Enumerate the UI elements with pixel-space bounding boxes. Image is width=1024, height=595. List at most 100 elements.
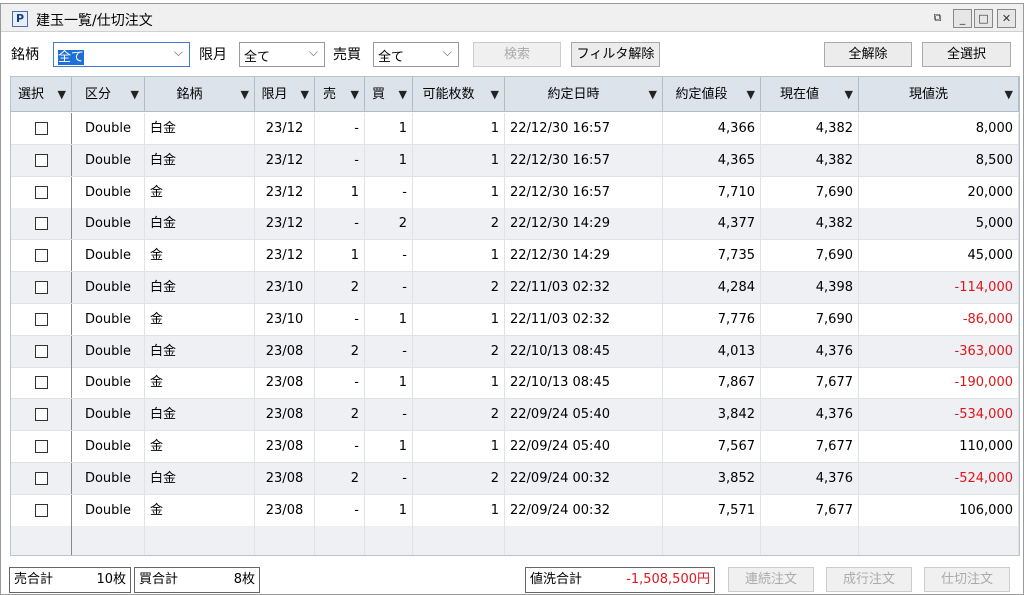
cell-kubun: Double [84,439,132,454]
cell-trade-price: 7,710 [717,184,755,200]
column-header-current-price[interactable]: 現在値 ▼ [761,77,859,112]
cell: 金 [145,303,255,335]
select-checkbox[interactable] [34,153,48,167]
column-header-valuation[interactable]: 現値洗 ▼ [859,77,1019,112]
column-header-trade-price[interactable]: 約定値段 ▼ [663,77,761,112]
cell: 1 [413,431,505,462]
table-row[interactable]: Double 白金 23/12 - 1 1 22/12/30 16:57 4,365 4,382… [11,144,1019,177]
select-checkbox[interactable] [34,440,48,453]
column-header-available[interactable]: 可能枚数 ▼ [413,77,505,112]
clear-filter-button[interactable]: フィルタ解除 [571,42,660,67]
select-checkbox[interactable] [34,471,48,485]
minimize-button[interactable]: _ [953,9,972,28]
select-checkbox[interactable] [34,376,48,390]
filter-icon[interactable]: ▼ [491,77,499,112]
cell-gengetsu: 23/12 [265,184,304,200]
meigara-label: 銘柄 [11,47,39,63]
filter-icon[interactable]: ▼ [1005,77,1013,112]
table-row[interactable]: Double 金 23/12 1 - 1 22/12/30 16:57 7,710 7,690 2… [11,176,1019,209]
select-all-button[interactable]: 全選択 [922,42,1011,67]
table-row[interactable]: Double 白金 23/08 2 - 2 22/09/24 00:32 3,852 4,376… [11,462,1019,495]
cell-current-price: 7,690 [815,311,853,327]
select-checkbox[interactable] [34,281,48,294]
filter-icon[interactable]: ▼ [351,77,359,112]
cell-available: 2 [490,407,499,423]
positions-table: 選択 ▼ 区分 ▼ 銘柄 ▼ 限月 ▼ 売 ▼ 買 ▼ 可能枚数 ▼ 約定日時 ▼ 約定値段 ▼ 現在値 ▼ 現値洗 ▼ D… [10,76,1020,556]
pl-total-label: 値洗合計 [530,572,583,587]
select-checkbox[interactable] [34,408,48,422]
table-row[interactable]: Double 金 23/08 - 1 1 22/09/24 05:40 7,567 7,677 1… [11,431,1019,463]
select-checkbox[interactable] [34,344,48,358]
column-label: 約定日時 [547,87,600,102]
cell-sell: 2 [350,343,359,359]
cell: 1 [413,494,505,526]
cell: 7,690 [761,240,859,272]
filter-icon[interactable]: ▼ [649,77,657,112]
deselect-all-button[interactable]: 全解除 [824,42,912,67]
filter-icon[interactable]: ▼ [241,77,249,112]
cell-valuation: -524,000 [954,470,1013,486]
table-row[interactable]: Double 白金 23/08 2 - 2 22/09/24 05:40 3,842 4,376… [11,399,1019,432]
cell-buy: 2 [398,216,407,232]
select-checkbox[interactable] [34,217,48,231]
filter-icon[interactable]: ▼ [131,77,139,112]
column-header-select[interactable]: 選択 ▼ [11,77,72,112]
cell-trade-price: 4,013 [717,343,755,359]
filter-icon[interactable]: ▼ [747,77,755,112]
select-checkbox[interactable] [34,122,48,135]
cell [413,526,505,555]
cell: 23/12 [255,113,315,144]
select-checkbox[interactable] [34,185,48,199]
column-label: 限月 [261,87,288,102]
filter-icon[interactable]: ▼ [845,77,853,112]
renzoku-order-button[interactable]: 連続注文 [728,567,814,592]
filter-icon[interactable]: ▼ [301,77,309,112]
cell: 22/10/13 08:45 [505,335,663,367]
table-row[interactable]: Double 白金 23/12 - 1 1 22/12/30 16:57 4,366 4,382… [11,113,1019,145]
column-header-trade-time[interactable]: 約定日時 ▼ [505,77,663,112]
cell: Double [72,240,145,272]
table-row[interactable]: Double 金 23/08 - 1 1 22/09/24 00:32 7,571 7,677 1… [11,494,1019,527]
cell-buy: - [402,280,407,295]
cell: 1 [413,367,505,399]
meigara-select[interactable]: 全て ⌵ [53,42,190,67]
baibai-select[interactable]: 全て ⌵ [373,42,459,67]
column-header-meigara[interactable]: 銘柄 ▼ [145,77,255,112]
close-button[interactable]: ✕ [997,9,1016,28]
filter-icon[interactable]: ▼ [399,77,407,112]
market-order-button[interactable]: 成行注文 [826,567,912,592]
cell: 2 [315,462,365,494]
table-row[interactable]: Double 金 23/10 - 1 1 22/11/03 02:32 7,776 7,690 -… [11,303,1019,336]
cell-available: 1 [490,152,499,168]
column-header-buy[interactable]: 買 ▼ [365,77,413,112]
cell: 7,690 [761,176,859,208]
column-header-gengetsu[interactable]: 限月 ▼ [255,77,315,112]
filter-icon[interactable]: ▼ [58,77,66,112]
table-row[interactable]: Double 白金 23/10 2 - 2 22/11/03 02:32 4,284 4,398… [11,272,1019,304]
cell-available: 1 [490,248,499,264]
close-order-button[interactable]: 仕切注文 [924,567,1010,592]
select-checkbox[interactable] [34,503,48,517]
maximize-button[interactable]: □ [974,9,993,28]
cell: 22/09/24 05:40 [505,399,663,431]
cell: 2 [413,399,505,431]
gengetsu-select[interactable]: 全て ⌵ [239,42,325,67]
table-row[interactable]: Double 金 23/08 - 1 1 22/10/13 08:45 7,867 7,677 -… [11,367,1019,400]
cell-current-price: 4,382 [815,216,853,232]
cell-gengetsu: 23/08 [265,375,304,391]
cell-available: 2 [490,280,499,295]
column-header-kubun[interactable]: 区分 ▼ [72,77,145,112]
cell: 4,013 [663,335,761,367]
restore-window-icon[interactable]: ⧉ [928,9,947,28]
column-header-sell[interactable]: 売 ▼ [315,77,365,112]
table-row[interactable]: Double 白金 23/08 2 - 2 22/10/13 08:45 4,013 4,376… [11,335,1019,368]
select-checkbox[interactable] [34,249,48,263]
cell: - [315,431,365,462]
table-row[interactable]: Double 金 23/12 1 - 1 22/12/30 14:29 7,735 7,690 4… [11,240,1019,273]
select-checkbox[interactable] [34,312,48,326]
table-row[interactable] [11,526,1019,555]
table-row[interactable]: Double 白金 23/12 - 2 2 22/12/30 14:29 4,377 4,382… [11,208,1019,241]
cell-current-price: 7,690 [815,248,853,264]
search-button[interactable]: 検索 [473,42,561,67]
cell: Double [72,431,145,462]
